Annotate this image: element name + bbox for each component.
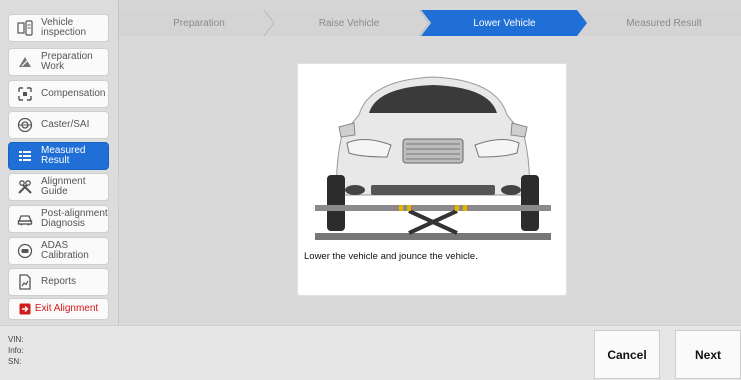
info-label: Info:: [8, 346, 24, 355]
step-measured-result: Measured Result: [626, 17, 702, 29]
sidebar-item-label: Measured Result: [41, 144, 86, 166]
vin-label: VIN:: [8, 335, 24, 344]
sidebar-item-label: Post-alignment Diagnosis: [41, 207, 108, 229]
adas-icon: [15, 241, 35, 261]
sidebar-item-compensation[interactable]: Compensation: [8, 80, 109, 108]
sn-label: SN:: [8, 357, 22, 366]
exit-alignment-button[interactable]: Exit Alignment: [8, 298, 109, 320]
sidebar-item-label: Vehicle inspection: [41, 16, 87, 38]
measured-result-icon: [15, 146, 35, 166]
next-button[interactable]: Next: [675, 330, 741, 379]
exit-alignment-label: Exit Alignment: [34, 302, 99, 314]
sidebar-item-label: Caster/SAI: [41, 118, 90, 130]
vehicle-inspection-icon: [15, 18, 35, 38]
step-preparation: Preparation: [173, 17, 225, 29]
sidebar-item-label: Reports: [41, 275, 77, 287]
sidebar-item-preparation-work[interactable]: Preparation Work: [8, 48, 109, 76]
car-diagnosis-icon: [15, 209, 35, 229]
exit-icon: [19, 303, 31, 315]
sidebar-item-label: ADAS Calibration: [41, 239, 89, 261]
sidebar-item-post-alignment-diagnosis[interactable]: Post-alignment Diagnosis: [8, 205, 109, 233]
cancel-button[interactable]: Cancel: [594, 330, 660, 379]
step-lower-vehicle: Lower Vehicle: [473, 17, 536, 29]
vehicle-lift-illustration: [315, 76, 551, 240]
sidebar-item-caster-sai[interactable]: Caster/SAI: [8, 111, 109, 139]
sidebar-item-vehicle-inspection[interactable]: Vehicle inspection: [8, 14, 109, 42]
sidebar-item-reports[interactable]: Reports: [8, 268, 109, 296]
instruction-caption: Lower the vehicle and jounce the vehicle…: [304, 251, 478, 262]
wrench-icon: [15, 177, 35, 197]
sidebar: Vehicle inspection Preparation Work Comp…: [0, 0, 119, 325]
sidebar-item-adas-calibration[interactable]: ADAS Calibration: [8, 237, 109, 265]
step-progress-bar: Preparation Raise Vehicle Lower Vehicle …: [119, 10, 741, 36]
compensation-icon: [15, 84, 35, 104]
preparation-icon: [15, 52, 35, 72]
caster-icon: [15, 115, 35, 135]
sidebar-item-alignment-guide[interactable]: Alignment Guide: [8, 173, 109, 201]
sidebar-item-label: Alignment Guide: [41, 175, 86, 197]
sidebar-item-label: Preparation Work: [41, 50, 93, 72]
step-raise-vehicle: Raise Vehicle: [318, 17, 380, 29]
report-icon: [15, 272, 35, 292]
sidebar-item-label: Compensation: [41, 87, 106, 99]
sidebar-item-measured-result[interactable]: Measured Result: [8, 142, 109, 170]
